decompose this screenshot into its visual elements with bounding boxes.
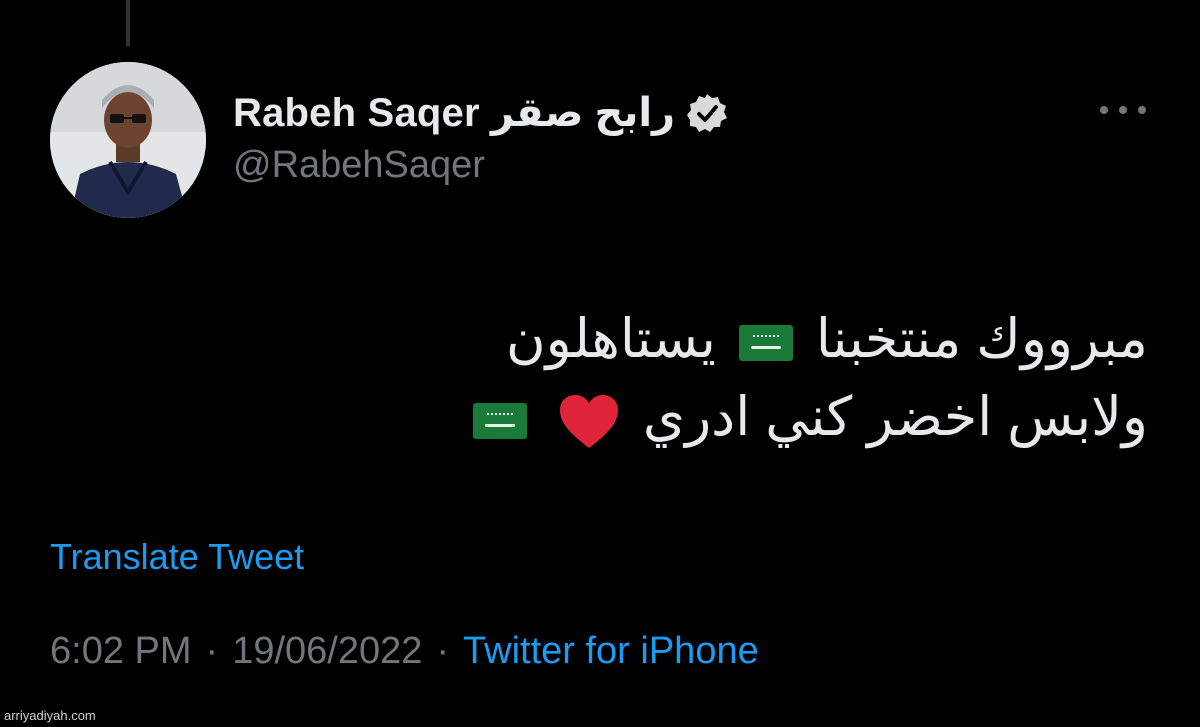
saudi-flag-emoji-icon xyxy=(472,402,527,439)
tweet-meta: 6:02 PM · 19/06/2022 · Twitter for iPhone xyxy=(50,630,759,673)
more-options-icon[interactable] xyxy=(1100,100,1146,120)
tweet-header: Rabeh Saqer رابح صقر @RabehSaqer xyxy=(233,88,729,187)
display-name[interactable]: Rabeh Saqer رابح صقر xyxy=(233,90,675,136)
more-dot xyxy=(1100,106,1108,114)
more-dot xyxy=(1138,106,1146,114)
tweet-date[interactable]: 19/06/2022 xyxy=(232,630,422,672)
name-row: Rabeh Saqer رابح صقر xyxy=(233,88,729,138)
thread-connector-line xyxy=(126,0,130,46)
verified-badge-icon xyxy=(685,91,729,135)
tweet-text-segment: يستاهلون xyxy=(506,309,716,369)
tweet-text: مبرووك منتخبنا يستاهلون ولابس اخضر كني ا… xyxy=(388,300,1148,456)
saudi-flag-emoji-icon xyxy=(738,324,793,361)
tweet-line-1: مبرووك منتخبنا يستاهلون xyxy=(388,300,1148,378)
tweet-time[interactable]: 6:02 PM xyxy=(50,630,192,672)
translate-tweet-link[interactable]: Translate Tweet xyxy=(50,536,304,578)
avatar[interactable] xyxy=(50,62,206,218)
tweet-source-link[interactable]: Twitter for iPhone xyxy=(463,630,759,672)
site-watermark: arriyadiyah.com xyxy=(4,708,96,723)
meta-separator: · xyxy=(436,630,450,672)
tweet-text-segment: ولابس اخضر كني ادري xyxy=(642,387,1148,447)
user-handle[interactable]: @RabehSaqer xyxy=(233,144,729,187)
tweet-text-segment: مبرووك منتخبنا xyxy=(815,309,1148,369)
meta-separator: · xyxy=(205,630,219,672)
avatar-image xyxy=(50,62,206,218)
tweet-line-2: ولابس اخضر كني ادري xyxy=(388,378,1148,456)
more-dot xyxy=(1119,106,1127,114)
red-heart-emoji-icon xyxy=(558,393,620,449)
